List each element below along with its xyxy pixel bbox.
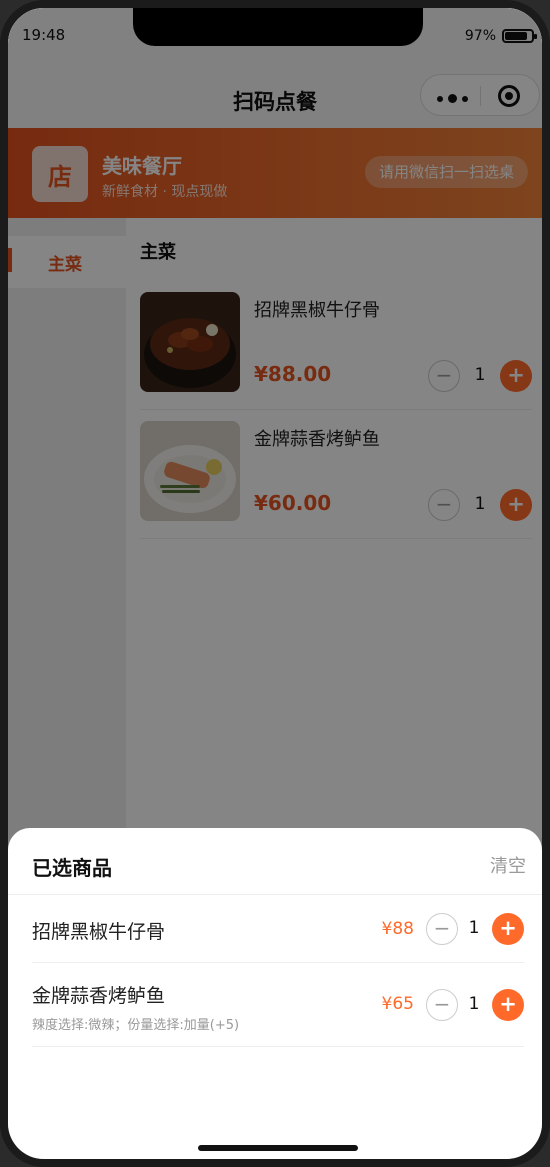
plus-button[interactable]: + (492, 989, 524, 1021)
cart-item-name: 招牌黑椒牛仔骨 (32, 921, 166, 943)
plus-button[interactable]: + (492, 913, 524, 945)
cart-item-price: ¥65 (381, 994, 414, 1014)
cart-item-spec: 辣度选择:微辣；份量选择:加量(+5) (32, 1018, 240, 1033)
quantity-value: 1 (468, 918, 480, 938)
quantity-value: 1 (468, 994, 480, 1014)
minus-button[interactable]: − (426, 989, 458, 1021)
cart-item-name: 金牌蒜香烤鲈鱼 (32, 985, 166, 1007)
clear-cart-button[interactable]: 清空 (490, 852, 526, 878)
screen: 19:48 97% 扫码点餐 店 美味餐厅 新鲜食材 · 现点现做 请用微信扫一… (8, 8, 542, 1159)
phone-frame: 19:48 97% 扫码点餐 店 美味餐厅 新鲜食材 · 现点现做 请用微信扫一… (0, 0, 550, 1167)
cart-item: 招牌黑椒牛仔骨 ¥88 − 1 + (32, 895, 524, 963)
quantity-stepper: − 1 + (426, 913, 524, 945)
home-indicator (198, 1145, 358, 1151)
quantity-stepper: − 1 + (426, 989, 524, 1021)
minus-button[interactable]: − (426, 913, 458, 945)
cart-item: 金牌蒜香烤鲈鱼 辣度选择:微辣；份量选择:加量(+5) ¥65 − 1 + (32, 963, 524, 1047)
cart-sheet: 已选商品 清空 招牌黑椒牛仔骨 ¥88 − 1 + 金牌蒜香烤鲈鱼 辣度选择:微… (8, 828, 542, 1159)
cart-title: 已选商品 (32, 856, 112, 880)
cart-item-price: ¥88 (381, 919, 414, 939)
